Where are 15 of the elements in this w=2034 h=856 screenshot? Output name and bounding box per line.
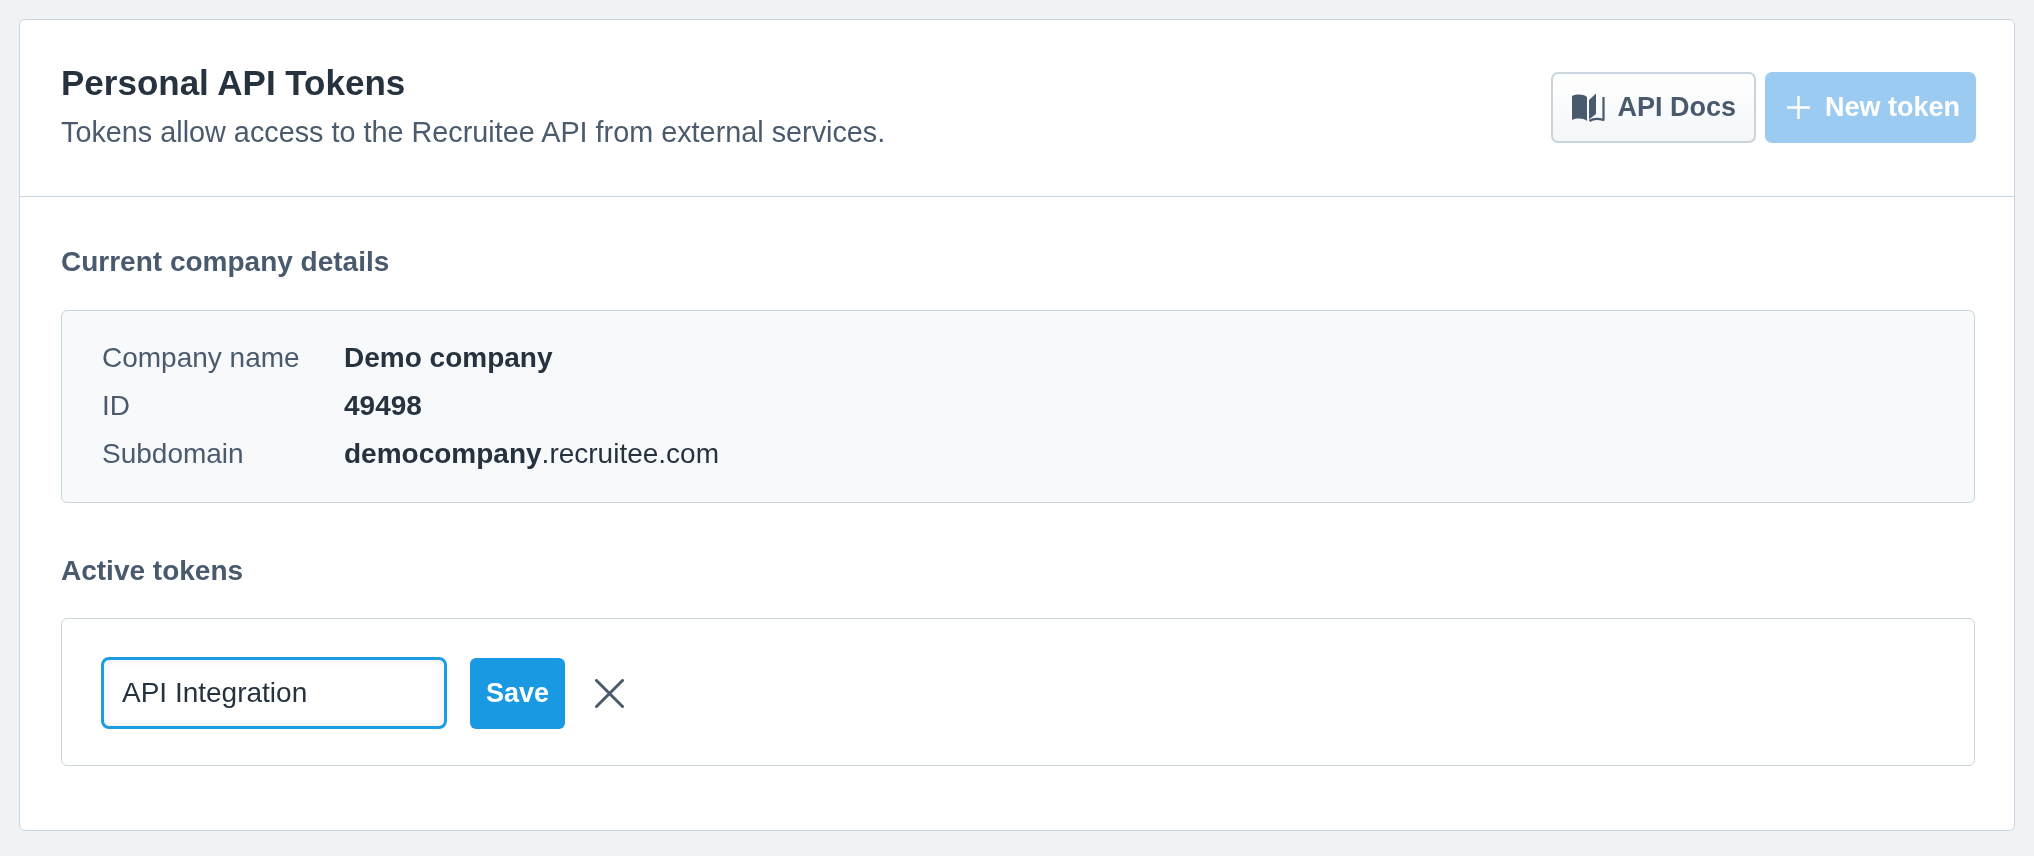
section-heading: Current company details bbox=[61, 245, 391, 279]
field-label: Company name bbox=[102, 341, 300, 375]
plus-icon bbox=[1786, 95, 1810, 119]
close-icon[interactable] bbox=[595, 678, 625, 708]
field-label: ID bbox=[102, 389, 130, 423]
api-docs-button[interactable]: API Docs bbox=[1551, 71, 1756, 143]
field-label: Subdomain bbox=[102, 437, 244, 471]
section-heading: Active tokens bbox=[61, 554, 245, 588]
page-title: Personal API Tokens bbox=[61, 62, 407, 103]
field-value: 49498 bbox=[344, 389, 422, 423]
field-value: Demo company bbox=[344, 341, 553, 375]
field-value: democompany.recruitee.com bbox=[344, 437, 719, 471]
token-name-field[interactable]: API Integration bbox=[101, 657, 447, 729]
page-subtitle: Tokens allow access to the Recruitee API from external services. bbox=[61, 115, 886, 150]
book-icon bbox=[1571, 92, 1606, 122]
